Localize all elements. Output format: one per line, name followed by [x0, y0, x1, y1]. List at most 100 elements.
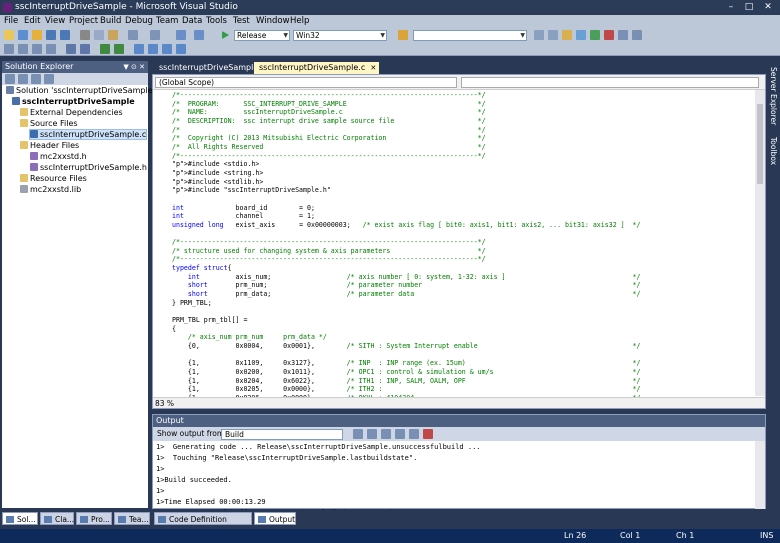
code-line[interactable]: /*--------------------------------------…	[172, 238, 754, 247]
extension-manager-icon[interactable]	[604, 30, 614, 40]
open-icon[interactable]	[32, 30, 42, 40]
paste-icon[interactable]	[108, 30, 118, 40]
code-editor[interactable]: (Global Scope) /*-----------------------…	[152, 74, 766, 409]
code-line[interactable]	[172, 351, 754, 360]
cut-icon[interactable]	[80, 30, 90, 40]
code-line[interactable]: short prm_num; /* parameter number */	[172, 281, 754, 290]
decrease-indent-icon[interactable]	[66, 44, 76, 54]
platform-select[interactable]: Win32 ▼	[293, 30, 387, 41]
menu-edit[interactable]: Edit	[24, 15, 40, 28]
menu-tools[interactable]: Tools	[206, 15, 227, 28]
find-message-icon[interactable]	[353, 429, 363, 439]
clear-all-icon[interactable]	[395, 429, 405, 439]
tree-item-project[interactable]: sscInterruptDriveSample	[2, 96, 148, 107]
find-input[interactable]: ▼	[413, 30, 527, 41]
menu-team[interactable]: Team	[156, 15, 178, 28]
code-line[interactable]: {1, 0x0200, 0x1011}, /* OPC1 : control &…	[172, 368, 754, 377]
code-line[interactable]: /* DESCRIPTION: ssc interrupt drive samp…	[172, 117, 754, 126]
new-project-icon[interactable]	[4, 30, 14, 40]
code-line[interactable]: {0, 0x0004, 0x0001}, /* SITH : System In…	[172, 342, 754, 351]
code-line[interactable]: /*--------------------------------------…	[172, 91, 754, 100]
code-line[interactable]: /* structure used for changing system & …	[172, 247, 754, 256]
tab-toolbox[interactable]: Toolbox	[768, 137, 779, 165]
code-line[interactable]: /* PROGRAM: SSC_INTERRUPT_DRIVE_SAMPLE *…	[172, 100, 754, 109]
toolbar-options-icon[interactable]	[632, 30, 642, 40]
undo-icon[interactable]	[128, 30, 138, 40]
navigate-back-icon[interactable]	[176, 30, 186, 40]
word-wrap-icon[interactable]	[409, 429, 419, 439]
tab-source-file[interactable]: sscInterruptDriveSample.c ✕	[254, 62, 380, 74]
configuration-select[interactable]: Release ▼	[234, 30, 290, 41]
add-item-icon[interactable]	[18, 30, 28, 40]
increase-indent-icon[interactable]	[80, 44, 90, 54]
view-class-diagram-icon[interactable]	[44, 74, 54, 84]
object-browser-icon[interactable]	[562, 30, 572, 40]
maximize-icon[interactable]: □	[742, 1, 756, 13]
code-line[interactable]: /*--------------------------------------…	[172, 152, 754, 161]
code-line[interactable]: unsigned long exist_axis = 0x00000003; /…	[172, 221, 754, 230]
code-line[interactable]: "p">#include <stdlib.h>	[172, 178, 754, 187]
tab-output[interactable]: Output	[254, 512, 296, 525]
tab-server-explorer[interactable]: Server Explorer	[768, 67, 779, 125]
code-line[interactable]: /* */	[172, 126, 754, 135]
bookmark-icon[interactable]	[134, 44, 144, 54]
code-line[interactable]: short prm_data; /* parameter data */	[172, 290, 754, 299]
code-line[interactable]: int axis_num; /* axis number [ 0: system…	[172, 273, 754, 282]
tree-item-lib[interactable]: mc2xxstd.lib	[2, 184, 148, 195]
uncomment-icon[interactable]	[114, 44, 124, 54]
tree-item-resource-files[interactable]: Resource Files	[2, 173, 148, 184]
code-line[interactable]	[172, 195, 754, 204]
scrollbar-thumb[interactable]	[757, 104, 763, 184]
properties-icon[interactable]	[5, 74, 15, 84]
member-select[interactable]	[461, 77, 759, 88]
clear-bookmarks-icon[interactable]	[176, 44, 186, 54]
code-line[interactable]: /* axis_num prm_num prm_data */	[172, 333, 754, 342]
pin-icon[interactable]: ▼ ⊙ ✕	[123, 61, 145, 73]
code-line[interactable]: /* All Rights Reserved */	[172, 143, 754, 152]
code-line[interactable]: {1, 0x0205, 0x0000}, /* ITH2 : */	[172, 385, 754, 394]
tree-item-mc2xxstd-h[interactable]: mc2xxstd.h	[2, 151, 148, 162]
stop-icon[interactable]	[423, 429, 433, 439]
code-line[interactable]: "p">#include <string.h>	[172, 169, 754, 178]
comment-out-icon[interactable]	[100, 44, 110, 54]
menu-file[interactable]: File	[4, 15, 18, 28]
output-text[interactable]: 1> Generating code ... Release\sscInterr…	[156, 442, 736, 510]
code-line[interactable]: } PRM_TBL;	[172, 299, 754, 308]
redo-icon[interactable]	[150, 30, 160, 40]
tree-item-source-files[interactable]: Source Files	[2, 118, 148, 129]
save-all-icon[interactable]	[60, 30, 70, 40]
start-debugging-icon[interactable]	[222, 31, 229, 39]
tab-class-view[interactable]: Cla...	[40, 512, 74, 525]
menu-build[interactable]: Build	[100, 15, 121, 28]
code-line[interactable]: typedef struct{	[172, 264, 754, 273]
menu-project[interactable]: Project	[69, 15, 98, 28]
close-tab-icon[interactable]: ✕	[370, 62, 376, 74]
code-line[interactable]: int board_id = 0;	[172, 204, 754, 213]
tree-item-header-h[interactable]: sscInterruptDriveSample.h	[2, 162, 148, 173]
command-window-icon[interactable]	[618, 30, 628, 40]
code-line[interactable]	[172, 230, 754, 239]
scope-select[interactable]: (Global Scope)	[155, 77, 457, 88]
code-line[interactable]: /* Copyright (C) 2013 Mitsubishi Electri…	[172, 134, 754, 143]
save-icon[interactable]	[46, 30, 56, 40]
find-in-files-icon[interactable]	[398, 30, 408, 40]
code-line[interactable]: PRM_TBL prm_tbl[] =	[172, 316, 754, 325]
next-bookmark-icon[interactable]	[162, 44, 172, 54]
menu-test[interactable]: Test	[233, 15, 250, 28]
code-line[interactable]	[172, 307, 754, 316]
previous-bookmark-icon[interactable]	[148, 44, 158, 54]
properties-icon[interactable]	[548, 30, 558, 40]
start-page-icon[interactable]	[590, 30, 600, 40]
quick-info-icon[interactable]	[32, 44, 42, 54]
navigate-forward-icon[interactable]	[194, 30, 204, 40]
code-line[interactable]: {1, 0x1109, 0x3127}, /* INP : INP range …	[172, 359, 754, 368]
tab-solution-explorer[interactable]: Sol...	[2, 512, 38, 525]
menu-data[interactable]: Data	[182, 15, 202, 28]
tab-code-definition-window[interactable]: Code Definition Window	[154, 512, 252, 537]
code-line[interactable]: "p">#include <stdio.h>	[172, 160, 754, 169]
tree-item-source-c[interactable]: sscInterruptDriveSample.c	[2, 129, 148, 140]
code-line[interactable]: {1, 0x0204, 0x6022}, /* ITH1 : INP, SALM…	[172, 377, 754, 386]
copy-icon[interactable]	[94, 30, 104, 40]
parameter-info-icon[interactable]	[18, 44, 28, 54]
solution-explorer-icon[interactable]	[534, 30, 544, 40]
